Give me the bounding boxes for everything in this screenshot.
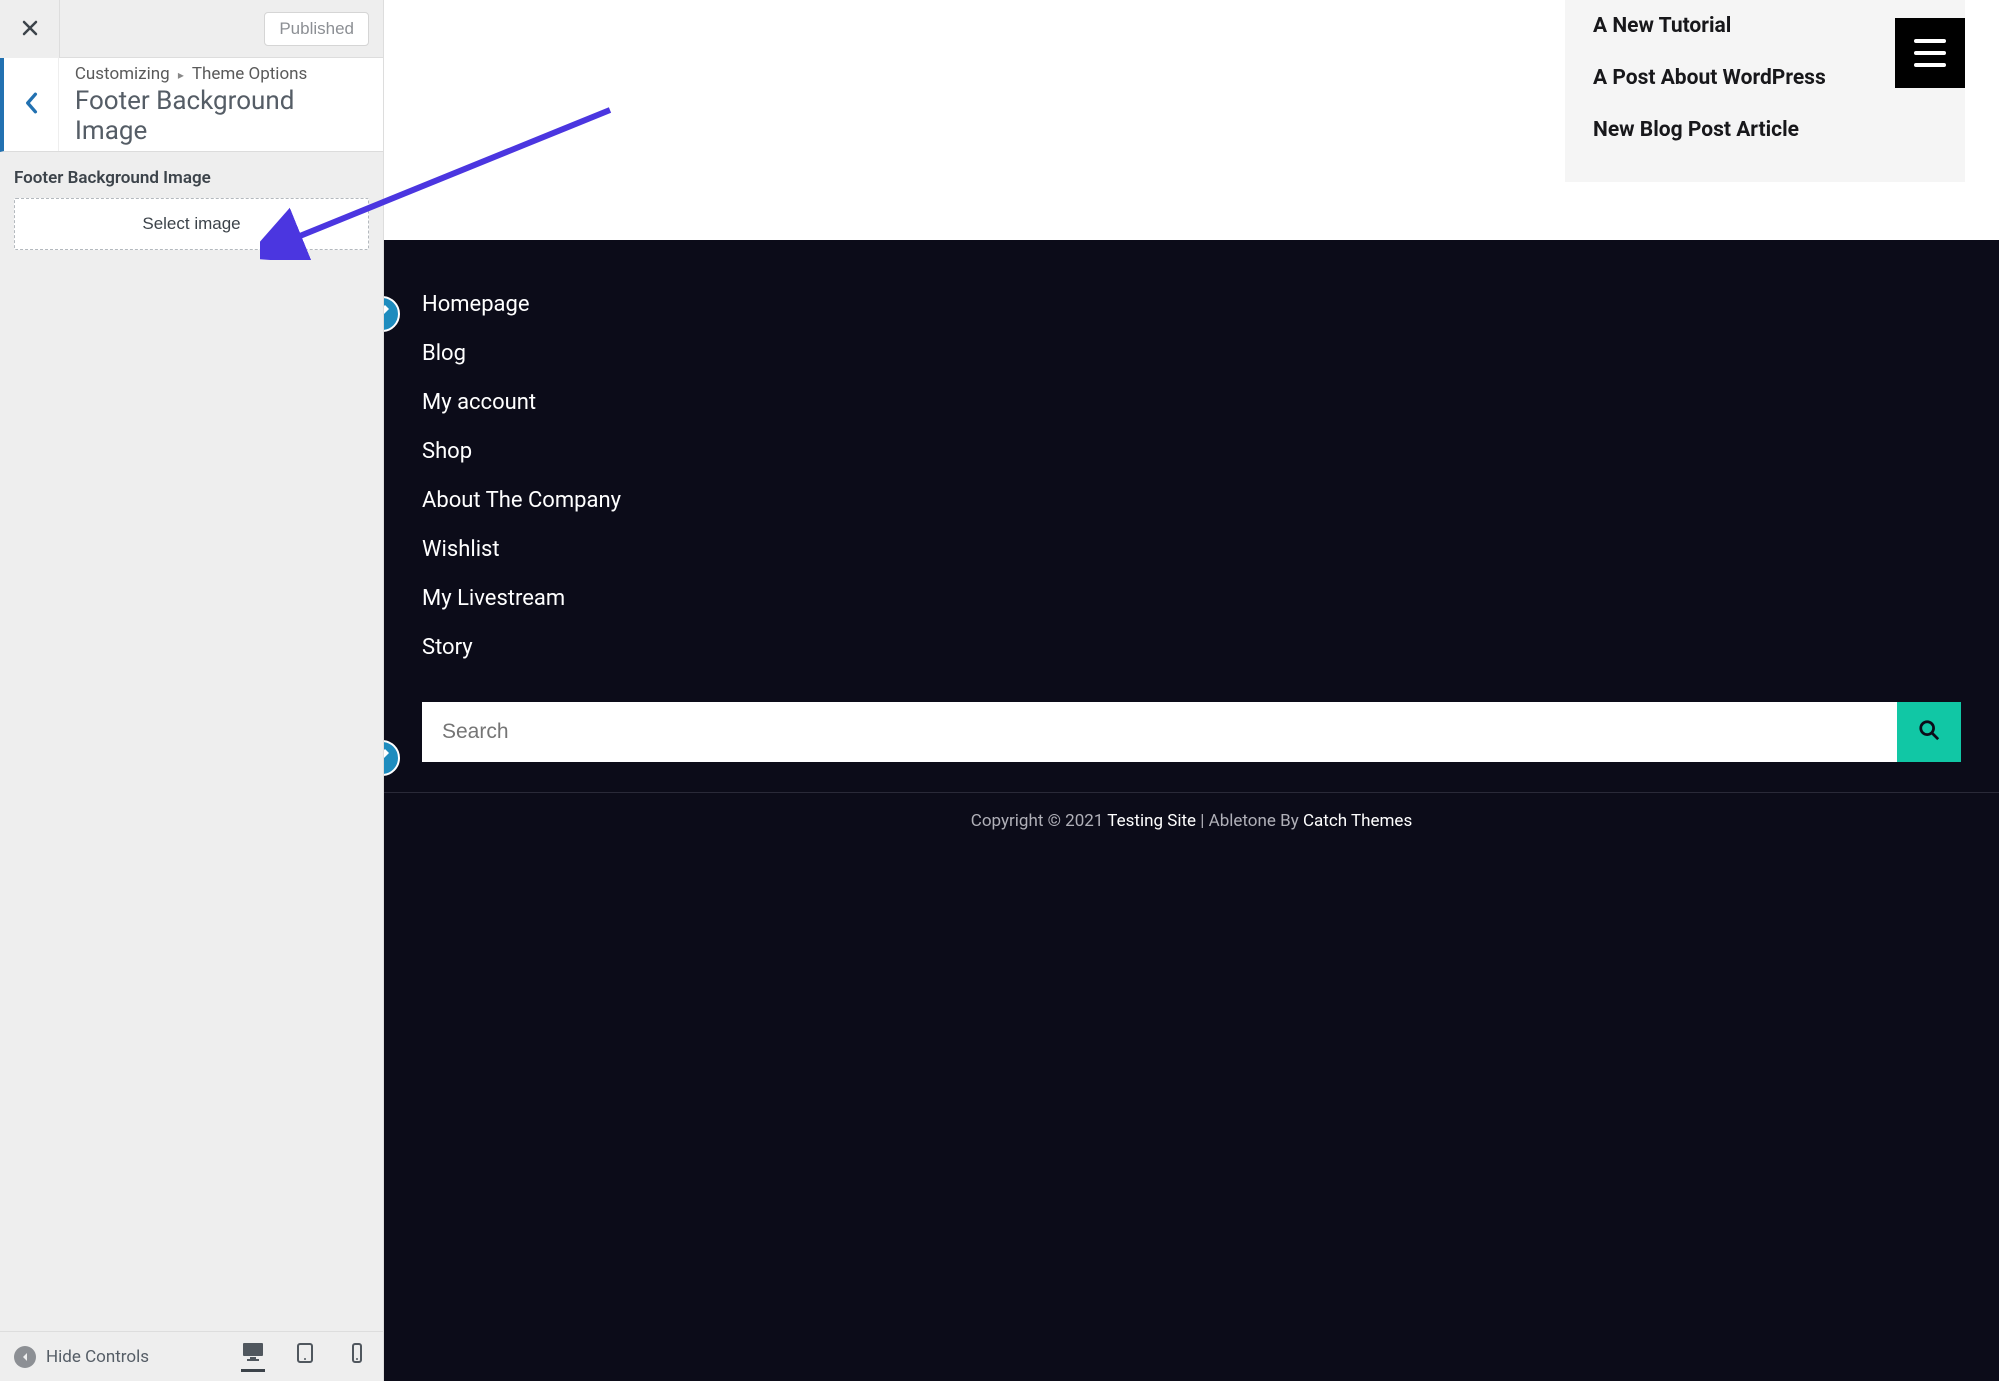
site-footer: Homepage Blog My account Shop About The … xyxy=(384,240,1999,1381)
search-input[interactable] xyxy=(422,702,1897,762)
hide-controls-label: Hide Controls xyxy=(46,1347,149,1367)
footer-nav-item[interactable]: My account xyxy=(422,378,1961,427)
breadcrumb: Customizing ▸ Theme Options xyxy=(75,64,367,84)
breadcrumb-section: Theme Options xyxy=(192,64,307,84)
hide-controls-button[interactable]: Hide Controls xyxy=(14,1346,149,1368)
footer-nav-item[interactable]: Shop xyxy=(422,427,1961,476)
footer-nav-item[interactable]: Blog xyxy=(422,329,1961,378)
footer-navigation: Homepage Blog My account Shop About The … xyxy=(422,280,1961,672)
sidebar-top-actions: Published xyxy=(60,12,383,46)
preview-top-area: A New Tutorial A Post About WordPress Ne… xyxy=(384,0,1999,240)
chevron-left-icon xyxy=(24,92,38,118)
pencil-icon xyxy=(384,748,390,768)
copyright-mid: | Abletone By xyxy=(1196,811,1303,831)
device-mobile-button[interactable] xyxy=(345,1343,369,1371)
footer-nav-item[interactable]: Wishlist xyxy=(422,525,1961,574)
control-label-footer-bg: Footer Background Image xyxy=(14,168,369,188)
footer-nav-item[interactable]: Homepage xyxy=(422,280,1961,329)
recent-post-link[interactable]: A Post About WordPress xyxy=(1593,52,1937,104)
copyright-prefix: Copyright © 2021 xyxy=(971,811,1108,831)
back-button[interactable] xyxy=(4,58,59,151)
panel-body: Footer Background Image Select image xyxy=(0,152,383,1331)
panel-title-group: Customizing ▸ Theme Options Footer Backg… xyxy=(59,58,383,151)
search-icon xyxy=(1918,719,1940,745)
copyright-site-link[interactable]: Testing Site xyxy=(1107,811,1196,831)
recent-post-link[interactable]: New Blog Post Article xyxy=(1593,104,1937,156)
hamburger-icon xyxy=(1914,39,1946,67)
select-image-button[interactable]: Select image xyxy=(14,198,369,250)
edit-shortcut-nav[interactable] xyxy=(384,296,400,332)
breadcrumb-root: Customizing xyxy=(75,64,170,84)
mobile-menu-toggle[interactable] xyxy=(1895,18,1965,88)
search-submit-button[interactable] xyxy=(1897,702,1961,762)
sidebar-top-bar: Published xyxy=(0,0,383,58)
tablet-icon xyxy=(293,1343,317,1367)
footer-nav-item[interactable]: About The Company xyxy=(422,476,1961,525)
panel-header: Customizing ▸ Theme Options Footer Backg… xyxy=(0,58,383,152)
desktop-icon xyxy=(241,1341,265,1365)
footer-nav-item[interactable]: My Livestream xyxy=(422,574,1961,623)
collapse-left-icon xyxy=(14,1346,36,1368)
copyright-bar: Copyright © 2021 Testing Site | Abletone… xyxy=(384,792,1999,839)
close-customizer-button[interactable] xyxy=(0,0,60,58)
copyright-author-link[interactable]: Catch Themes xyxy=(1303,811,1412,831)
breadcrumb-separator-icon: ▸ xyxy=(178,68,184,82)
device-preview-toggle xyxy=(241,1341,369,1372)
footer-search xyxy=(422,702,1961,762)
edit-shortcut-search[interactable] xyxy=(384,740,400,776)
sidebar-footer: Hide Controls xyxy=(0,1331,383,1381)
recent-post-link[interactable]: A New Tutorial xyxy=(1593,0,1937,52)
mobile-icon xyxy=(345,1343,369,1367)
pencil-icon xyxy=(384,304,390,324)
publish-status-button[interactable]: Published xyxy=(264,12,369,46)
device-tablet-button[interactable] xyxy=(293,1343,317,1371)
site-preview: A New Tutorial A Post About WordPress Ne… xyxy=(384,0,1999,1381)
footer-nav-item[interactable]: Story xyxy=(422,623,1961,672)
customizer-sidebar: Published Customizing ▸ Theme Options Fo… xyxy=(0,0,384,1381)
close-icon xyxy=(22,17,38,41)
device-desktop-button[interactable] xyxy=(241,1341,265,1372)
panel-title: Footer Background Image xyxy=(75,86,367,146)
